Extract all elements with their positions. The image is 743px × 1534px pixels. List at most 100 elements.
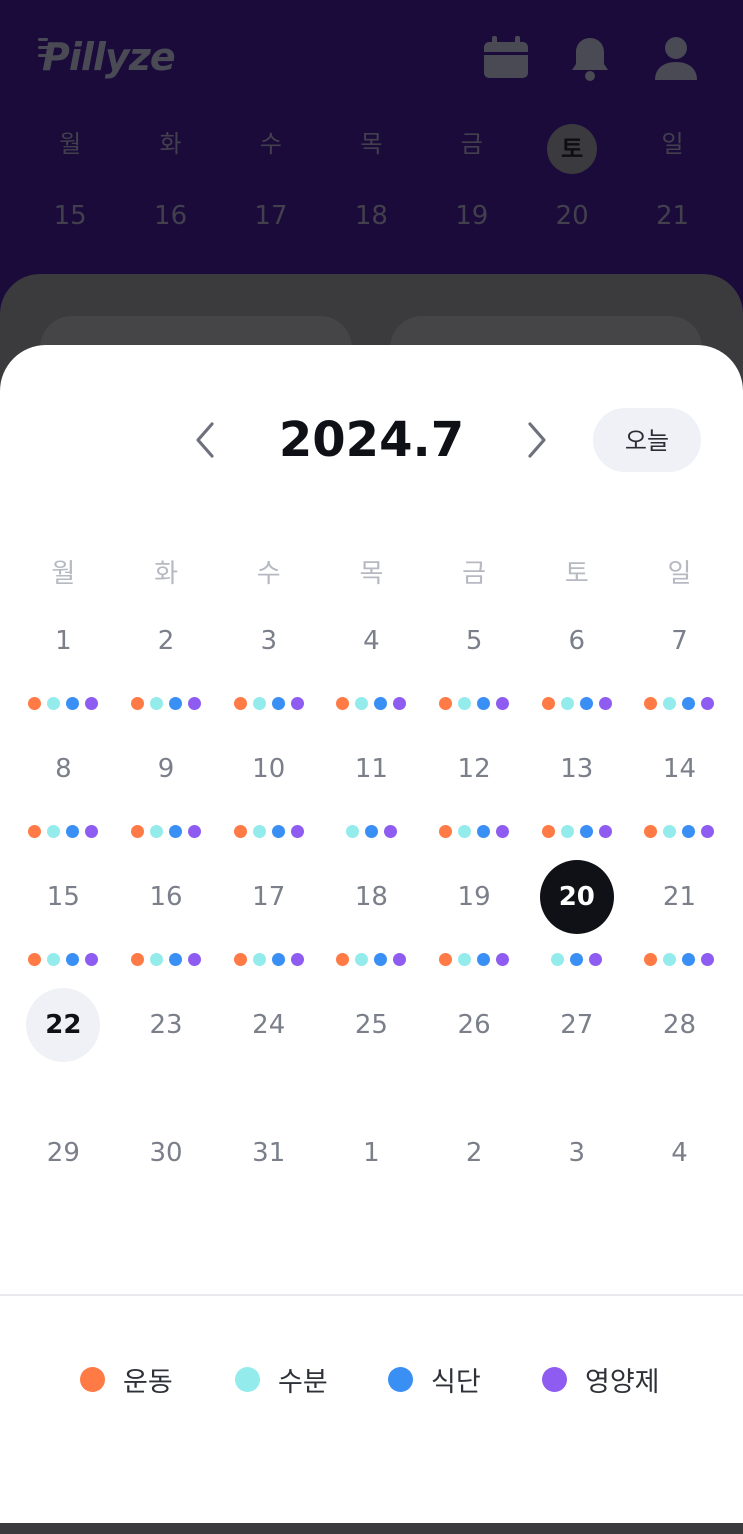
day-number[interactable]: 25 [334, 988, 408, 1062]
day-number[interactable]: 14 [642, 732, 716, 806]
calendar-day-cell[interactable]: 29 [12, 1116, 115, 1244]
calendar-day-cell[interactable]: 20 [525, 860, 628, 988]
calendar-day-cell[interactable]: 21 [628, 860, 731, 988]
background-day-number[interactable]: 17 [221, 201, 321, 231]
day-number[interactable]: 1 [26, 604, 100, 678]
diet-dot [682, 825, 696, 838]
background-day-number[interactable]: 18 [321, 201, 421, 231]
calendar-day-cell[interactable]: 11 [320, 732, 423, 860]
background-day-number[interactable]: 16 [120, 201, 220, 231]
calendar-day-cell[interactable]: 12 [423, 732, 526, 860]
calendar-day-cell[interactable]: 17 [217, 860, 320, 988]
day-number[interactable]: 2 [129, 604, 203, 678]
day-number[interactable]: 30 [129, 1116, 203, 1190]
calendar-day-cell[interactable]: 5 [423, 604, 526, 732]
calendar-day-cell[interactable]: 16 [115, 860, 218, 988]
calendar-day-cell[interactable]: 28 [628, 988, 731, 1116]
exercise-dot [439, 697, 453, 710]
background-day-number[interactable]: 19 [422, 201, 522, 231]
today-day-number[interactable]: 22 [26, 988, 101, 1062]
day-number[interactable]: 16 [129, 860, 203, 934]
water-dot [47, 825, 61, 838]
supplement-dot [188, 953, 202, 966]
day-number[interactable]: 4 [334, 604, 408, 678]
calendar-day-cell[interactable]: 31 [217, 1116, 320, 1244]
calendar-day-cell[interactable]: 27 [525, 988, 628, 1116]
day-number[interactable]: 27 [540, 988, 614, 1062]
calendar-day-cell[interactable]: 4 [628, 1116, 731, 1244]
calendar-day-cell[interactable]: 6 [525, 604, 628, 732]
calendar-day-cell[interactable]: 22 [12, 988, 115, 1116]
day-number[interactable]: 19 [437, 860, 511, 934]
calendar-icon[interactable] [482, 34, 530, 82]
day-number[interactable]: 21 [642, 860, 716, 934]
background-day-number[interactable]: 21 [622, 201, 722, 231]
next-month-button[interactable] [516, 420, 556, 460]
activity-dots [12, 825, 115, 838]
calendar-day-cell[interactable]: 10 [217, 732, 320, 860]
day-number[interactable]: 18 [334, 860, 408, 934]
day-number[interactable]: 24 [232, 988, 306, 1062]
calendar-day-cell[interactable]: 19 [423, 860, 526, 988]
water-dot [663, 697, 677, 710]
day-number[interactable]: 2 [437, 1116, 511, 1190]
day-number[interactable]: 28 [642, 988, 716, 1062]
calendar-day-cell[interactable]: 14 [628, 732, 731, 860]
day-number[interactable]: 31 [232, 1116, 306, 1190]
day-number[interactable]: 15 [26, 860, 100, 934]
calendar-day-cell[interactable]: 3 [525, 1116, 628, 1244]
day-number[interactable]: 5 [437, 604, 511, 678]
background-day-number[interactable]: 15 [20, 201, 120, 231]
day-number[interactable]: 3 [540, 1116, 614, 1190]
exercise-dot [233, 825, 247, 838]
day-number[interactable]: 10 [232, 732, 306, 806]
calendar-week-row: 22 23 24 25 26 27 28 [12, 988, 731, 1116]
calendar-day-cell[interactable]: 24 [217, 988, 320, 1116]
day-number[interactable]: 9 [129, 732, 203, 806]
chevron-left-icon [196, 422, 214, 458]
calendar-day-cell[interactable]: 9 [115, 732, 218, 860]
day-number[interactable]: 1 [334, 1116, 408, 1190]
today-button[interactable]: 오늘 [593, 408, 701, 472]
day-number[interactable]: 7 [642, 604, 716, 678]
diet-dot [579, 697, 593, 710]
activity-dots [628, 825, 731, 838]
calendar-day-cell[interactable]: 3 [217, 604, 320, 732]
prev-month-button[interactable] [186, 420, 226, 460]
day-number[interactable]: 12 [437, 732, 511, 806]
profile-icon[interactable] [652, 34, 700, 82]
legend-label: 운동 [123, 1366, 173, 1398]
day-number[interactable]: 8 [26, 732, 100, 806]
calendar-day-cell[interactable]: 25 [320, 988, 423, 1116]
calendar-day-cell[interactable]: 13 [525, 732, 628, 860]
selected-day-number[interactable]: 20 [539, 860, 614, 934]
day-number[interactable]: 17 [232, 860, 306, 934]
supplement-dot [290, 825, 304, 838]
calendar-day-cell[interactable]: 18 [320, 860, 423, 988]
calendar-day-cell[interactable]: 7 [628, 604, 731, 732]
calendar-day-cell[interactable]: 1 [12, 604, 115, 732]
weekday-label-2: 수 [256, 559, 281, 589]
day-number[interactable]: 13 [540, 732, 614, 806]
calendar-day-cell[interactable]: 4 [320, 604, 423, 732]
day-number[interactable]: 11 [334, 732, 408, 806]
day-number[interactable]: 26 [437, 988, 511, 1062]
calendar-day-cell[interactable]: 1 [320, 1116, 423, 1244]
app-logo: Pillyze [38, 30, 176, 84]
background-day-number[interactable]: 20 [522, 201, 622, 231]
day-number[interactable]: 23 [129, 988, 203, 1062]
calendar-week-row: 29 30 31 1 2 3 4 [12, 1116, 731, 1244]
bell-icon[interactable] [566, 34, 614, 82]
calendar-day-cell[interactable]: 26 [423, 988, 526, 1116]
day-number[interactable]: 6 [540, 604, 614, 678]
day-number[interactable]: 4 [642, 1116, 716, 1190]
calendar-day-cell[interactable]: 15 [12, 860, 115, 988]
calendar-day-cell[interactable]: 8 [12, 732, 115, 860]
calendar-day-cell[interactable]: 23 [115, 988, 218, 1116]
calendar-day-cell[interactable]: 2 [423, 1116, 526, 1244]
calendar-day-cell[interactable]: 2 [115, 604, 218, 732]
diet-dot [477, 953, 491, 966]
calendar-day-cell[interactable]: 30 [115, 1116, 218, 1244]
day-number[interactable]: 29 [26, 1116, 100, 1190]
day-number[interactable]: 3 [232, 604, 306, 678]
